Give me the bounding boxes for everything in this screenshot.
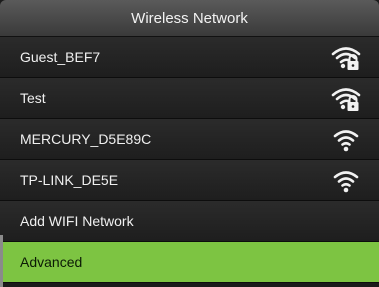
network-item-mercury-d5e89c[interactable]: MERCURY_D5E89C (0, 119, 379, 160)
network-item-guest-bef7[interactable]: Guest_BEF7 (0, 37, 379, 78)
network-item-tp-link-de5e[interactable]: TP-LINK_DE5E (0, 160, 379, 201)
add-wifi-network-item[interactable]: Add WIFI Network (0, 201, 379, 242)
add-wifi-label: Add WIFI Network (20, 213, 134, 229)
network-item-test[interactable]: Test (0, 78, 379, 119)
wifi-icon (333, 171, 359, 193)
wireless-network-screen: Wireless Network Guest_BEF7 Test MERCURY… (0, 0, 379, 287)
network-name: TP-LINK_DE5E (20, 172, 119, 188)
network-name: MERCURY_D5E89C (20, 131, 152, 147)
scrollbar[interactable] (0, 235, 3, 287)
page-title: Wireless Network (131, 9, 248, 27)
advanced-item[interactable]: Advanced (0, 242, 379, 283)
wifi-locked-icon (331, 47, 361, 70)
title-bar: Wireless Network (0, 0, 379, 37)
wifi-locked-icon (331, 88, 361, 111)
wifi-icon (333, 130, 359, 152)
network-list: Guest_BEF7 Test MERCURY_D5E89C TP-LINK_D… (0, 37, 379, 283)
network-name: Guest_BEF7 (20, 49, 101, 65)
network-name: Test (20, 90, 46, 106)
advanced-label: Advanced (20, 254, 83, 270)
